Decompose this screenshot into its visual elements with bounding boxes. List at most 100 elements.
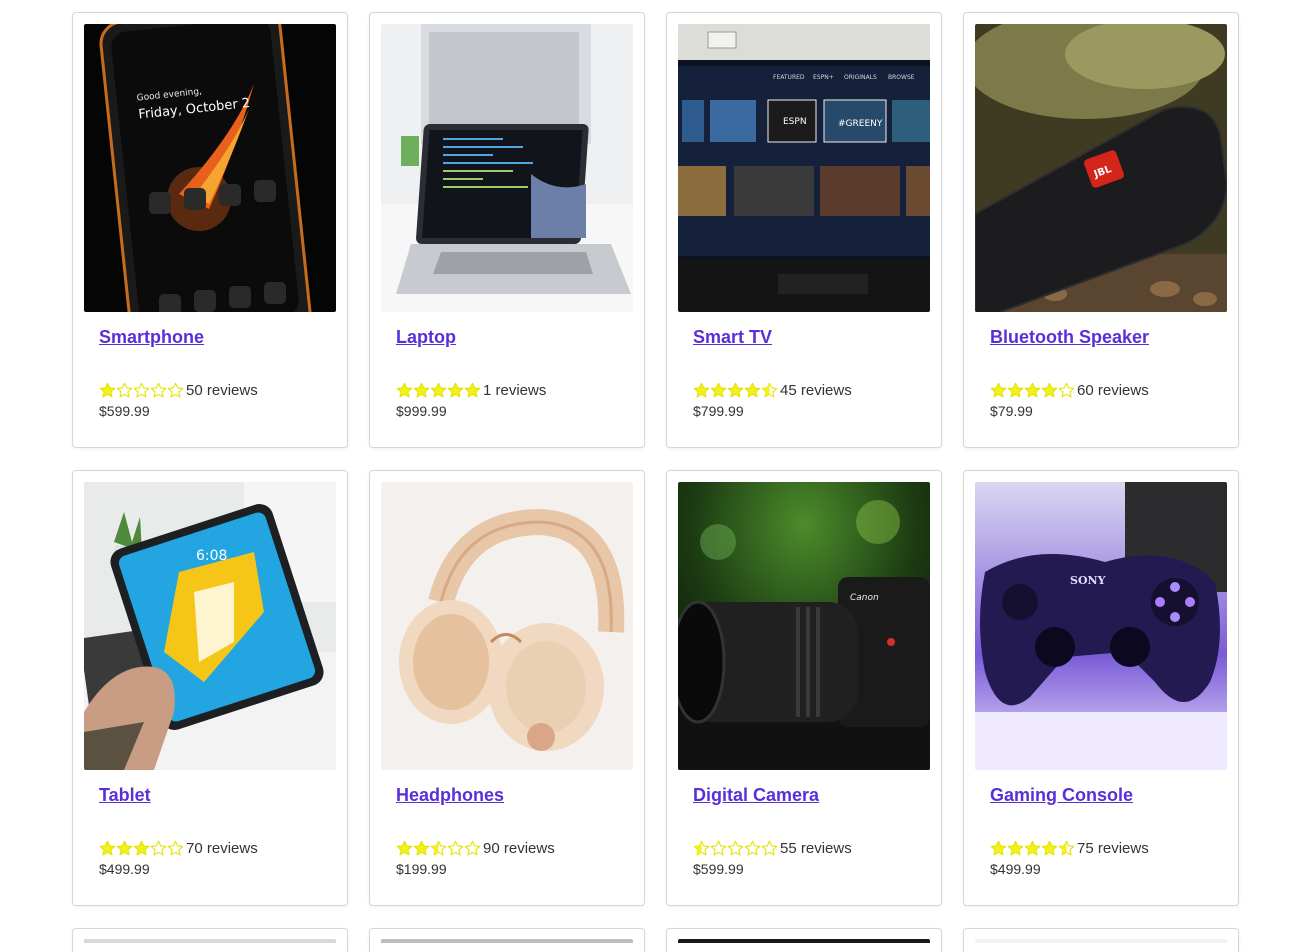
review-count: 1 reviews xyxy=(483,382,547,399)
star-empty-icon xyxy=(744,840,761,856)
svg-text:6:08: 6:08 xyxy=(196,548,227,564)
product-image-digital-camera[interactable]: Canon xyxy=(678,482,930,770)
star-rating xyxy=(396,840,481,857)
star-empty-icon xyxy=(727,840,744,856)
product-rating: 75 reviews xyxy=(990,840,1149,857)
svg-text:ESPN: ESPN xyxy=(783,117,807,127)
product-image-gaming-console[interactable]: SONY xyxy=(975,482,1227,770)
star-empty-icon xyxy=(150,382,167,398)
svg-text:SONY: SONY xyxy=(1070,574,1106,587)
product-rating: 1 reviews xyxy=(396,382,546,399)
star-rating xyxy=(990,382,1075,399)
star-full-icon xyxy=(1024,382,1041,398)
product-price: $999.99 xyxy=(396,403,447,419)
product-rating: 55 reviews xyxy=(693,840,852,857)
star-half-icon xyxy=(1058,840,1075,856)
star-half-icon xyxy=(430,840,447,856)
star-rating xyxy=(693,382,778,399)
product-image-tablet[interactable]: 6:08 xyxy=(84,482,336,770)
star-empty-icon xyxy=(167,840,184,856)
product-rating: 60 reviews xyxy=(990,382,1149,399)
product-title-link[interactable]: Bluetooth Speaker xyxy=(990,327,1149,348)
star-full-icon xyxy=(133,840,150,856)
star-empty-icon xyxy=(464,840,481,856)
review-count: 70 reviews xyxy=(186,840,258,857)
star-full-icon xyxy=(464,382,481,398)
review-count: 45 reviews xyxy=(780,382,852,399)
product-card-tablet[interactable]: 6:08 Tablet 70 reviews $499.99 xyxy=(72,470,348,906)
product-image-laptop[interactable] xyxy=(381,24,633,312)
product-card-gaming-console[interactable]: SONY Gaming Console 75 reviews $499.99 xyxy=(963,470,1239,906)
product-image-smart-tv[interactable]: FEATURED ESPN+ ORIGINALS BROWSE ESPN #GR… xyxy=(678,24,930,312)
product-title-link[interactable]: Laptop xyxy=(396,327,456,348)
product-rating: 90 reviews xyxy=(396,840,555,857)
product-title-link[interactable]: Smart TV xyxy=(693,327,772,348)
product-card-laptop[interactable]: Laptop 1 reviews $999.99 xyxy=(369,12,645,448)
product-card-partial[interactable] xyxy=(666,928,942,952)
star-full-icon xyxy=(990,382,1007,398)
star-full-icon xyxy=(99,382,116,398)
star-empty-icon xyxy=(167,382,184,398)
product-price: $499.99 xyxy=(99,861,150,877)
product-image-edge xyxy=(84,939,336,943)
star-full-icon xyxy=(1007,382,1024,398)
product-rating: 45 reviews xyxy=(693,382,852,399)
product-image-smartphone[interactable]: Good evening, Friday, October 2 xyxy=(84,24,336,312)
star-rating xyxy=(99,382,184,399)
svg-text:Canon: Canon xyxy=(850,593,879,603)
review-count: 90 reviews xyxy=(483,840,555,857)
product-title-link[interactable]: Tablet xyxy=(99,785,151,806)
star-full-icon xyxy=(413,840,430,856)
star-full-icon xyxy=(710,382,727,398)
product-title-link[interactable]: Smartphone xyxy=(99,327,204,348)
product-card-headphones[interactable]: Headphones 90 reviews $199.99 xyxy=(369,470,645,906)
product-price: $599.99 xyxy=(693,861,744,877)
star-full-icon xyxy=(693,382,710,398)
product-card-smart-tv[interactable]: FEATURED ESPN+ ORIGINALS BROWSE ESPN #GR… xyxy=(666,12,942,448)
star-full-icon xyxy=(727,382,744,398)
product-card-partial[interactable] xyxy=(369,928,645,952)
product-card-smartphone[interactable]: Good evening, Friday, October 2 Smartpho… xyxy=(72,12,348,448)
star-full-icon xyxy=(1041,382,1058,398)
product-title-link[interactable]: Digital Camera xyxy=(693,785,819,806)
star-full-icon xyxy=(1041,840,1058,856)
star-full-icon xyxy=(99,840,116,856)
product-card-partial[interactable] xyxy=(963,928,1239,952)
product-price: $499.99 xyxy=(990,861,1041,877)
product-image-edge xyxy=(975,939,1227,943)
star-empty-icon xyxy=(150,840,167,856)
product-price: $199.99 xyxy=(396,861,447,877)
star-empty-icon xyxy=(116,382,133,398)
product-title-link[interactable]: Gaming Console xyxy=(990,785,1133,806)
star-rating xyxy=(396,382,481,399)
product-image-edge xyxy=(678,939,930,943)
star-full-icon xyxy=(447,382,464,398)
star-rating xyxy=(990,840,1075,857)
svg-text:ESPN+: ESPN+ xyxy=(813,74,834,81)
svg-text:#GREENY: #GREENY xyxy=(838,119,883,129)
svg-text:ORIGINALS: ORIGINALS xyxy=(844,74,877,81)
star-full-icon xyxy=(1007,840,1024,856)
svg-text:FEATURED: FEATURED xyxy=(773,74,805,81)
star-rating xyxy=(693,840,778,857)
star-empty-icon xyxy=(133,382,150,398)
product-rating: 70 reviews xyxy=(99,840,258,857)
review-count: 55 reviews xyxy=(780,840,852,857)
product-card-digital-camera[interactable]: Canon Digital Camera 55 reviews $599.99 xyxy=(666,470,942,906)
product-card-partial[interactable] xyxy=(72,928,348,952)
star-rating xyxy=(99,840,184,857)
product-price: $799.99 xyxy=(693,403,744,419)
star-full-icon xyxy=(430,382,447,398)
star-empty-icon xyxy=(447,840,464,856)
product-price: $79.99 xyxy=(990,403,1033,419)
star-empty-icon xyxy=(1058,382,1075,398)
review-count: 60 reviews xyxy=(1077,382,1149,399)
review-count: 50 reviews xyxy=(186,382,258,399)
product-image-bluetooth-speaker[interactable]: JBL xyxy=(975,24,1227,312)
product-rating: 50 reviews xyxy=(99,382,258,399)
product-card-bluetooth-speaker[interactable]: JBL Bluetooth Speaker 60 reviews $79.99 xyxy=(963,12,1239,448)
svg-text:BROWSE: BROWSE xyxy=(888,74,915,81)
product-image-headphones[interactable] xyxy=(381,482,633,770)
product-title-link[interactable]: Headphones xyxy=(396,785,504,806)
product-grid: Good evening, Friday, October 2 Smartpho… xyxy=(72,12,1239,952)
